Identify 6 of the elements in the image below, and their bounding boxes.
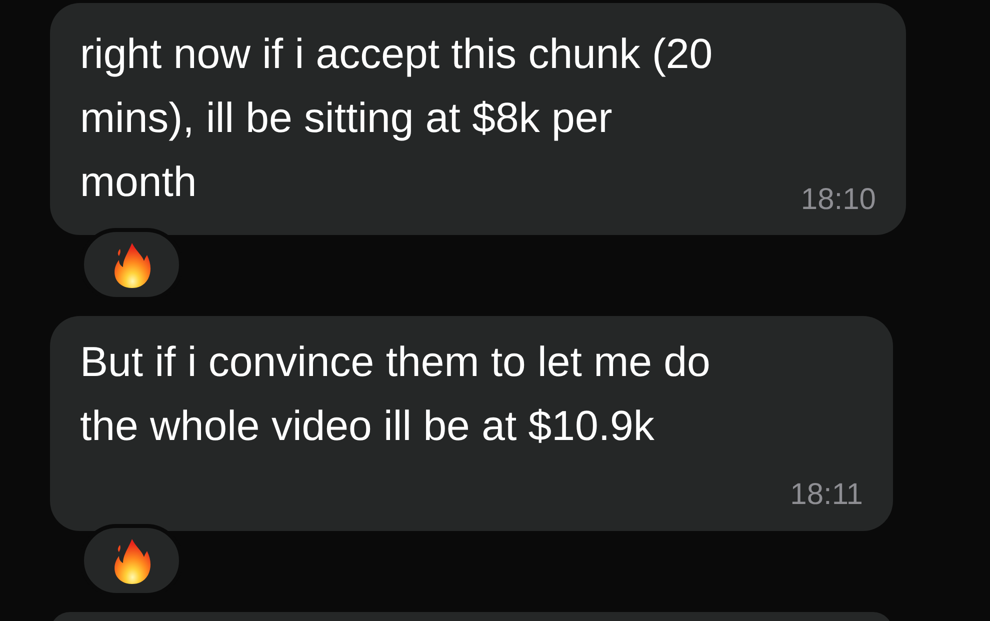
message-time: 18:11 <box>790 477 863 513</box>
fire-icon <box>112 240 152 288</box>
fire-icon <box>112 536 152 584</box>
message-text: right now if i accept this chunk (20 mins), ill be sitting at $8k per month <box>80 29 713 207</box>
message-text: But if i convince them to let me do the whole video ill be at $10.9k <box>80 337 710 451</box>
message-time: 18:10 <box>800 182 876 218</box>
